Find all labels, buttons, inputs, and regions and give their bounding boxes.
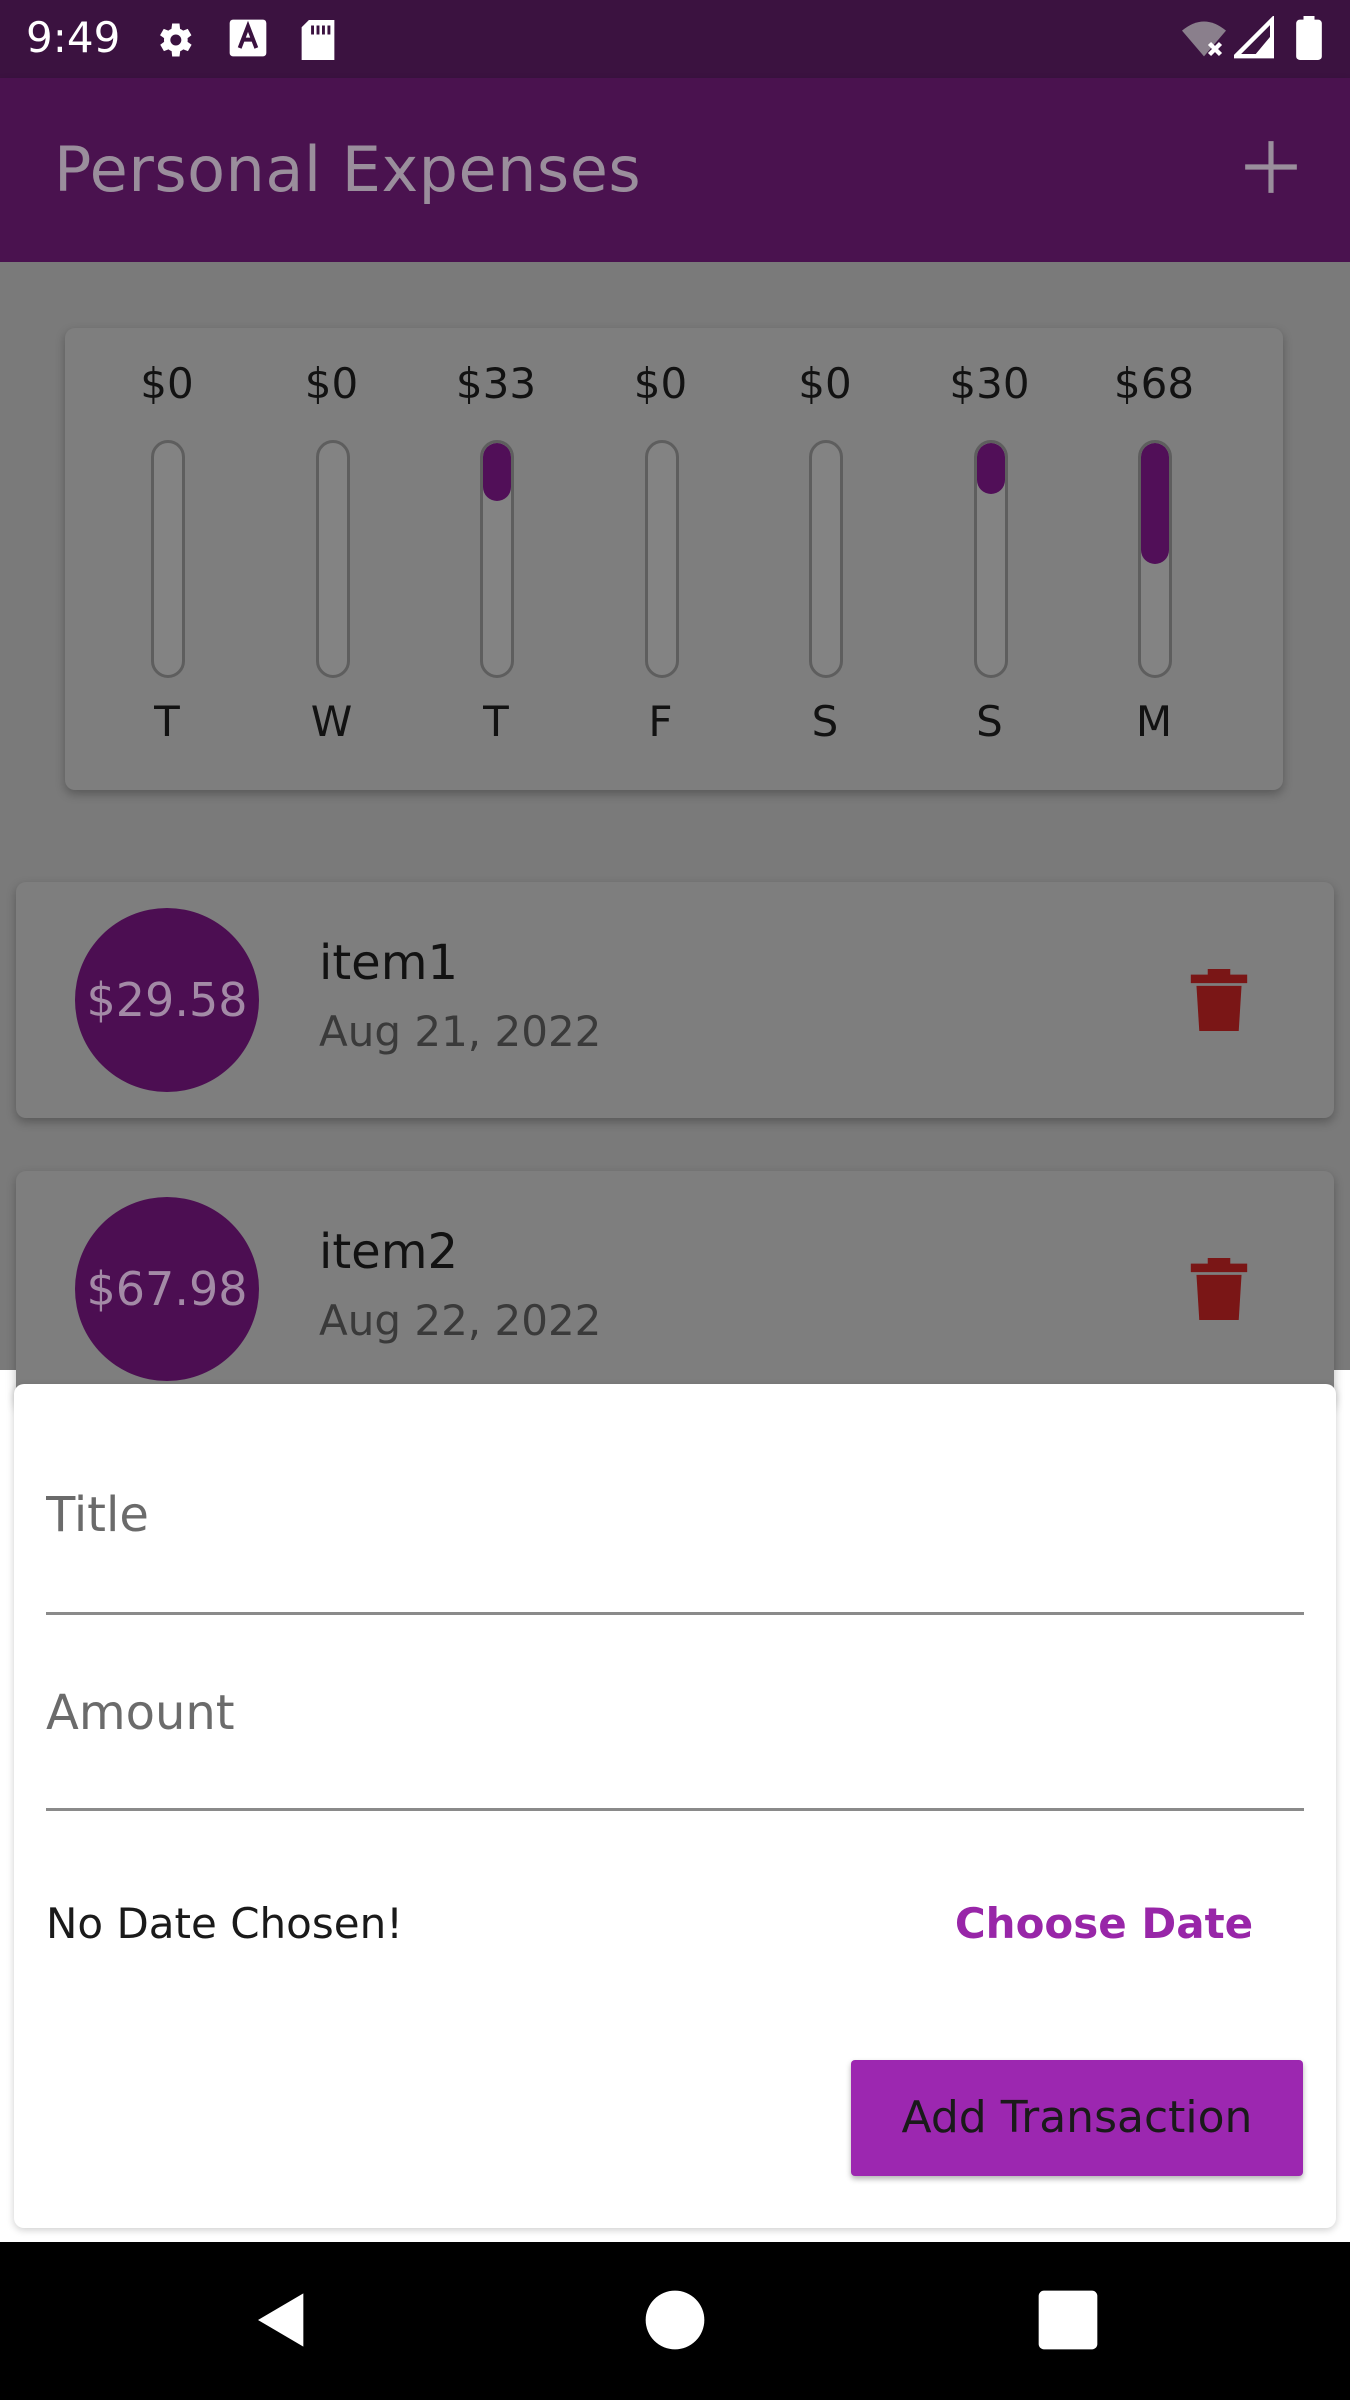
- bar-fill: [483, 443, 511, 501]
- bar-fill: [1141, 443, 1169, 564]
- amount-avatar: $67.98: [75, 1197, 259, 1381]
- amount-field: [46, 1678, 1304, 1811]
- bar-day-label: T: [154, 697, 180, 746]
- chart-bar-column: $68 M: [1074, 328, 1234, 790]
- bar-track: [1138, 440, 1172, 678]
- bar-track: [644, 440, 679, 678]
- transaction-title: item2: [319, 1224, 458, 1280]
- recents-icon[interactable]: [1036, 2288, 1100, 2352]
- trash-icon[interactable]: [1188, 966, 1250, 1034]
- bar-day-label: T: [483, 697, 509, 746]
- bar-track: [809, 440, 843, 678]
- home-icon[interactable]: [643, 2288, 707, 2352]
- chart-bar-column: $0 F: [581, 328, 741, 790]
- title-field: [46, 1480, 1304, 1615]
- trash-icon[interactable]: [1188, 1255, 1250, 1323]
- chart-bar-column: $30 S: [910, 328, 1070, 790]
- bar-amount-label: $68: [1113, 359, 1195, 408]
- bar-day-label: S: [976, 697, 1003, 746]
- battery-icon: [1296, 16, 1322, 60]
- bar-day-label: M: [1135, 697, 1173, 746]
- wifi-off-icon: [1182, 21, 1226, 57]
- bar-amount-label: $30: [949, 359, 1030, 408]
- transaction-date: Aug 22, 2022: [319, 1296, 602, 1345]
- choose-date-button[interactable]: Choose Date: [944, 1886, 1264, 1962]
- transaction-date: Aug 21, 2022: [319, 1007, 602, 1056]
- bar-fill: [976, 443, 1005, 495]
- transaction-title: item1: [319, 935, 458, 991]
- bar-track: [315, 440, 350, 678]
- add-transaction-button[interactable]: Add Transaction: [851, 2060, 1303, 2176]
- transaction-card: $29.58 item1 Aug 21, 2022: [16, 882, 1334, 1118]
- chart-bar-column: $33 T: [416, 328, 576, 790]
- chart-bar-column: $0 W: [252, 328, 412, 790]
- amount-underline: [46, 1808, 1304, 1811]
- plus-icon[interactable]: [1240, 136, 1302, 198]
- chart-bar-column: $0 T: [87, 328, 247, 790]
- bar-amount-label: $0: [633, 359, 688, 408]
- back-icon[interactable]: [250, 2288, 314, 2352]
- status-bar: 9:49: [0, 0, 1350, 78]
- new-transaction-sheet: No Date Chosen! Choose Date Add Transact…: [14, 1384, 1336, 2228]
- title-underline: [46, 1612, 1304, 1615]
- status-time: 9:49: [26, 13, 121, 62]
- bar-amount-label: $0: [304, 359, 359, 408]
- weekly-chart-card: $0 T $0 W $33 T $0 F $0 S $30 S $68 M: [65, 328, 1283, 790]
- date-status: No Date Chosen!: [46, 1899, 404, 1948]
- bar-day-label: W: [310, 697, 353, 746]
- bar-day-label: F: [648, 697, 673, 746]
- signal-icon: [1234, 16, 1274, 59]
- bar-amount-label: $0: [798, 359, 852, 408]
- bar-day-label: S: [811, 697, 839, 746]
- a-letter-icon: [229, 19, 267, 57]
- chart-bar-column: $0 S: [745, 328, 905, 790]
- bar-amount-label: $33: [455, 359, 537, 408]
- bar-track: [973, 440, 1008, 678]
- amount-input[interactable]: [46, 1678, 1304, 1748]
- navigation-bar: [0, 2242, 1350, 2400]
- gear-icon: [160, 23, 192, 57]
- bar-amount-label: $0: [140, 359, 194, 408]
- sd-card-icon: [301, 20, 335, 60]
- transaction-card: $67.98 item2 Aug 22, 2022: [16, 1171, 1334, 1407]
- title-input[interactable]: [46, 1480, 1304, 1550]
- page-title: Personal Expenses: [54, 133, 642, 206]
- app-bar: Personal Expenses: [0, 78, 1350, 262]
- amount-avatar: $29.58: [75, 908, 259, 1092]
- bar-track: [480, 440, 514, 678]
- bar-track: [151, 440, 185, 678]
